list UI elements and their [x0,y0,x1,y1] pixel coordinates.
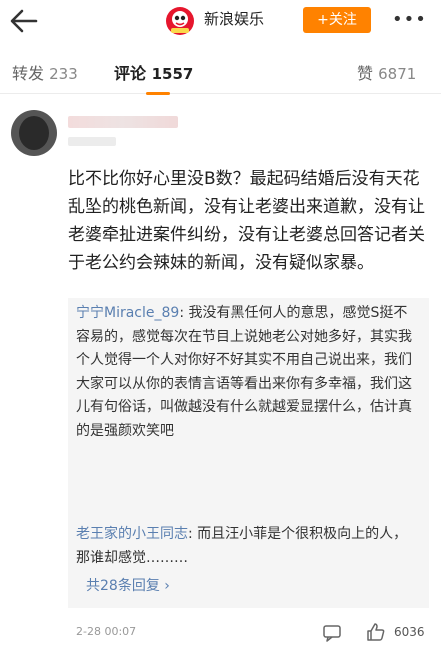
view-all-replies-link[interactable]: 共28条回复 › [86,576,170,596]
reply-text: : 我没有黑任何人的意思，感觉S挺不容易的，感觉每次在节目上说她老公对她多好，其… [76,305,412,439]
tab-like[interactable]: 赞 6871 [357,62,416,86]
thumbs-up-icon[interactable] [366,622,386,642]
avatar[interactable] [11,110,57,156]
account-name[interactable]: 新浪娱乐 [204,9,264,29]
tab-comment[interactable]: 评论 1557 [114,62,193,86]
active-tab-indicator [146,92,170,95]
top-navigation-bar: 新浪娱乐 +关注 ••• [0,0,441,42]
follow-button[interactable]: +关注 [303,7,371,33]
comment-timestamp: 2-28 00:07 [76,625,137,638]
more-options-icon[interactable]: ••• [392,7,426,33]
reply-item: 宁宁Miracle_89: 我没有黑任何人的意思，感觉S挺不容易的，感觉每次在节… [76,302,421,443]
tab-like-count: 6871 [378,65,417,83]
reply-comment-icon[interactable] [322,623,342,643]
tab-repost-count: 233 [49,65,78,83]
tab-comment-count: 1557 [151,65,194,83]
tab-bar: 转发 233 评论 1557 赞 6871 [0,42,441,95]
reply-author-link[interactable]: 老王家的小王同志 [76,526,188,542]
reply-author-link[interactable]: 宁宁Miracle_89 [76,305,179,321]
tab-repost[interactable]: 转发 233 [12,62,78,86]
back-arrow-icon[interactable] [8,6,40,36]
tab-repost-label: 转发 [12,64,45,83]
tab-like-label: 赞 [357,64,374,83]
sina-entertainment-logo-icon [166,7,194,35]
tab-comment-label: 评论 [114,64,147,83]
blurred-post-info [68,137,116,146]
comment-like-count: 6036 [394,625,425,639]
reply-item: 老王家的小王同志: 而且汪小菲是个很积极向上的人，那谁却感觉……… [76,523,421,570]
comment-footer: 2-28 00:07 6036 [0,614,441,651]
comment-text: 比不比你好心里没B数？最起码结婚后没有天花乱坠的桃色新闻，没有让老婆出来道歉，没… [68,169,425,273]
reply-preview-box[interactable]: 宁宁Miracle_89: 我没有黑任何人的意思，感觉S挺不容易的，感觉每次在节… [68,298,429,608]
blurred-username [68,116,178,128]
